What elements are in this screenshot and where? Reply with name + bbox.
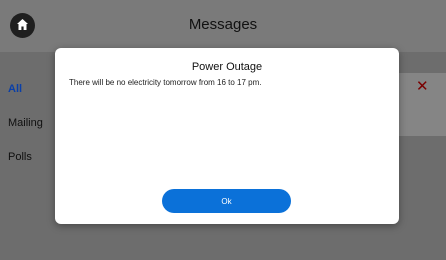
- dialog-message: There will be no electricity tomorrow fr…: [69, 78, 262, 87]
- alert-dialog: Power Outage There will be no electricit…: [55, 48, 399, 224]
- ok-button[interactable]: Ok: [162, 189, 291, 213]
- dialog-title: Power Outage: [191, 61, 263, 73]
